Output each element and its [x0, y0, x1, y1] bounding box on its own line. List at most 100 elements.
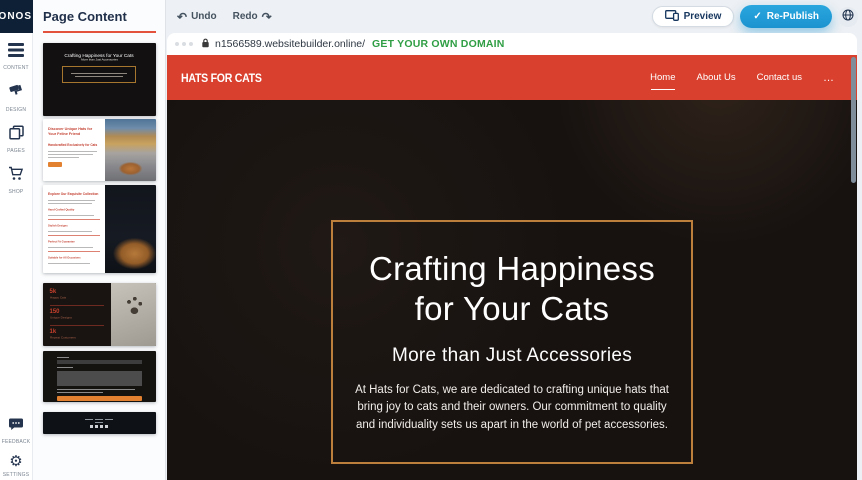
social-icon — [95, 425, 98, 428]
thumbnail-discover-section[interactable]: Discover Unique Hats for Your Feline Fri… — [43, 119, 156, 181]
thumbnail-hero-section[interactable]: Crafting Happiness for Your Cats More th… — [43, 43, 156, 116]
sidebar-item-settings[interactable]: ⚙ SETTINGS — [0, 454, 33, 478]
stat-label: Happy Cats — [50, 296, 104, 300]
text-line — [85, 419, 93, 420]
text-line — [105, 419, 113, 420]
sidebar-item-label: PAGES — [7, 148, 25, 154]
thumb-discover-text: Discover Unique Hats for Your Feline Fri… — [43, 119, 105, 181]
thumbnail-stats-section[interactable]: 5k Happy Cats 150 Unique Designs 1k Repe… — [43, 283, 156, 346]
thumbnail-collection-section[interactable]: Explore Our Exquisite Collection Hand-Cr… — [43, 185, 156, 273]
stat-value: 1k — [50, 329, 104, 335]
stat-label: Repeat Customers — [50, 336, 104, 340]
paint-roller-icon — [8, 83, 24, 104]
sidebar-item-feedback[interactable]: FEEDBACK — [0, 418, 33, 445]
item-label: Hand-Crafted Quality — [48, 208, 99, 211]
thumb-collection-item: Suitable for All Occasions — [48, 256, 100, 264]
redo-icon: ↷ — [262, 12, 272, 22]
globe-icon — [842, 9, 854, 24]
sidebar-item-label: SETTINGS — [3, 472, 30, 478]
nav-more-menu[interactable]: … — [823, 72, 835, 84]
redo-label: Redo — [233, 11, 258, 22]
hero-body-text[interactable]: At Hats for Cats, we are dedicated to cr… — [347, 382, 677, 434]
thumb-input-field — [57, 360, 142, 364]
paw-print-photo — [111, 283, 156, 346]
republish-label: Re-Publish — [767, 11, 819, 22]
text-line — [48, 157, 79, 158]
thumb-cta-button — [48, 162, 62, 167]
divider — [48, 235, 100, 236]
field-label-line — [57, 357, 69, 358]
undo-icon: ↶ — [177, 12, 187, 22]
ionos-logo[interactable]: IONOS — [0, 0, 33, 33]
nav-item-about[interactable]: About Us — [697, 72, 736, 83]
hero-title[interactable]: Crafting Happiness for Your Cats — [347, 249, 677, 328]
cat-fur-photo — [105, 185, 156, 273]
social-icon — [100, 425, 103, 428]
divider — [50, 305, 104, 306]
text-line — [71, 73, 127, 74]
text-line — [48, 231, 93, 232]
panel-title: Page Content — [43, 9, 165, 24]
sidebar-item-design[interactable]: DESIGN — [0, 83, 33, 113]
preview-button[interactable]: Preview — [652, 6, 735, 27]
nav-item-contact[interactable]: Contact us — [757, 72, 802, 83]
window-dot — [175, 42, 179, 46]
thumb-hero-bordered-box — [62, 66, 136, 83]
social-icons-row — [90, 425, 108, 428]
browser-chrome-bar: n1566589.websitebuilder.online/ GET YOUR… — [167, 33, 857, 55]
gear-icon: ⚙ — [9, 454, 22, 469]
thumb-collection-item: Perfect Fit Guarantee — [48, 240, 100, 252]
site-brand-logo[interactable]: HATS FOR CATS — [181, 71, 262, 85]
pages-icon — [9, 125, 24, 145]
editor-canvas: ↶ Undo Redo ↷ Preview ✓ Re-Publish — [167, 0, 862, 480]
item-label: Suitable for All Occasions — [48, 256, 99, 259]
left-rail: IONOS CONTENT DESIGN PAGES — [0, 0, 33, 480]
sidebar-item-pages[interactable]: PAGES — [0, 125, 33, 154]
stat-value: 5k — [50, 289, 104, 295]
thumb-collection-heading: Explore Our Exquisite Collection — [48, 192, 100, 196]
thumbnail-contact-form-section[interactable] — [43, 351, 156, 402]
stat-label: Unique Designs — [50, 316, 104, 320]
sidebar-item-content[interactable]: CONTENT — [0, 43, 33, 71]
preview-label: Preview — [684, 11, 722, 22]
site-header: HATS FOR CATS Home About Us Contact us … — [167, 55, 857, 100]
sidebar-item-label: CONTENT — [3, 65, 29, 71]
divider — [50, 325, 104, 326]
hero-bordered-box: Crafting Happiness for Your Cats More th… — [331, 220, 693, 464]
thumb-hero-subtitle: More than Just Accessories — [65, 58, 133, 62]
thumb-collection-item: Hand-Crafted Quality — [48, 208, 100, 220]
thumb-stats-list: 5k Happy Cats 150 Unique Designs 1k Repe… — [43, 283, 111, 346]
item-label: Stylish Designs — [48, 224, 99, 227]
canvas-scrollbar[interactable] — [851, 57, 856, 183]
thumb-submit-button — [57, 396, 142, 401]
redo-button[interactable]: Redo ↷ — [233, 11, 272, 22]
republish-button[interactable]: ✓ Re-Publish — [740, 5, 832, 28]
divider — [48, 251, 100, 252]
stat-row: 5k Happy Cats — [50, 289, 104, 306]
page-content-panel: Page Content Crafting Happiness for Your… — [33, 0, 166, 480]
undo-redo-group: ↶ Undo Redo ↷ — [177, 11, 272, 22]
sidebar-item-shop[interactable]: SHOP — [0, 166, 33, 195]
text-line — [95, 422, 103, 423]
canvas-toolbar: ↶ Undo Redo ↷ Preview ✓ Re-Publish — [167, 0, 862, 33]
language-globe-button[interactable] — [838, 7, 858, 27]
thumb-textarea-field — [57, 371, 142, 386]
section-thumbnails: Crafting Happiness for Your Cats More th… — [33, 43, 165, 434]
devices-icon — [665, 10, 679, 24]
feedback-bubble-icon — [8, 418, 24, 436]
sidebar-item-label: DESIGN — [6, 107, 26, 113]
text-line — [48, 200, 96, 201]
text-line — [48, 203, 92, 204]
thumbnail-footer-section[interactable] — [43, 412, 156, 434]
hero-subtitle[interactable]: More than Just Accessories — [347, 345, 677, 367]
thumb-discover-heading: Discover Unique Hats for Your Feline Fri… — [48, 127, 100, 138]
text-line — [48, 215, 95, 216]
field-label-line — [57, 367, 73, 368]
site-nav: Home About Us Contact us … — [650, 72, 835, 84]
undo-button[interactable]: ↶ Undo — [177, 11, 217, 22]
get-domain-link[interactable]: GET YOUR OWN DOMAIN — [372, 38, 505, 50]
text-line — [48, 247, 94, 248]
stat-row: 1k Repeat Customers — [50, 329, 104, 342]
nav-item-home[interactable]: Home — [650, 72, 675, 83]
rail-nav: CONTENT DESIGN PAGES SHOP — [0, 43, 32, 195]
